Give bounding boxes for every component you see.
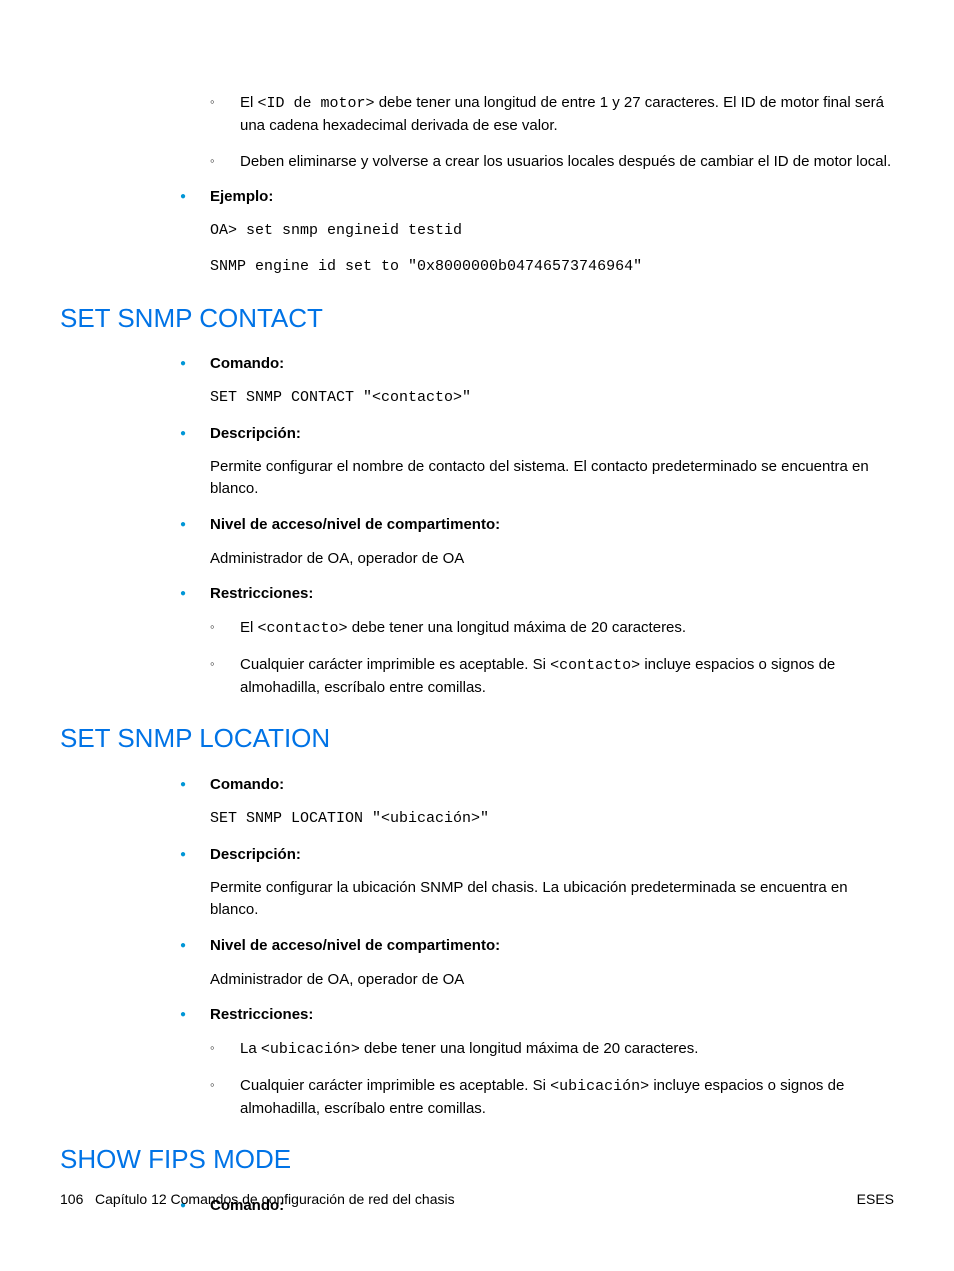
location-comando: Comando: xyxy=(180,774,894,796)
text: debe tener una longitud máxima de 20 car… xyxy=(360,1040,699,1057)
label-comando: Comando: xyxy=(210,776,284,793)
contact-nivel-text: Administrador de OA, operador de OA xyxy=(210,548,894,570)
location-restr-1: La <ubicación> debe tener una longitud m… xyxy=(210,1038,894,1061)
contact-restricciones: Restricciones: xyxy=(180,583,894,605)
label-nivel: Nivel de acceso/nivel de compartimento: xyxy=(210,937,500,954)
heading-set-snmp-location: SET SNMP LOCATION xyxy=(60,720,894,758)
footer-right: ESES xyxy=(857,1189,894,1209)
intro-ejemplo: Ejemplo: xyxy=(180,186,894,208)
text: La xyxy=(240,1040,261,1057)
text: Cualquier carácter imprimible es aceptab… xyxy=(240,656,550,673)
code: <contacto> xyxy=(258,620,348,637)
location-restricciones: Restricciones: xyxy=(180,1004,894,1026)
label-desc: Descripción: xyxy=(210,846,301,863)
text: debe tener una longitud máxima de 20 car… xyxy=(348,619,687,636)
contact-descripcion: Descripción: xyxy=(180,423,894,445)
code: <contacto> xyxy=(550,657,640,674)
label-restr: Restricciones: xyxy=(210,1006,313,1023)
contact-restr-1: El <contacto> debe tener una longitud má… xyxy=(210,617,894,640)
text: Deben eliminarse y volverse a crear los … xyxy=(240,153,891,170)
text: El xyxy=(240,94,258,111)
page-footer: 106 Capítulo 12 Comandos de configuració… xyxy=(60,1189,894,1209)
label-nivel: Nivel de acceso/nivel de compartimento: xyxy=(210,516,500,533)
contact-comando-code: SET SNMP CONTACT "<contacto>" xyxy=(210,387,894,409)
ejemplo-code-1: OA> set snmp engineid testid xyxy=(210,220,894,242)
contact-comando: Comando: xyxy=(180,353,894,375)
label-ejemplo: Ejemplo: xyxy=(210,188,273,205)
location-nivel-text: Administrador de OA, operador de OA xyxy=(210,969,894,991)
location-descripcion: Descripción: xyxy=(180,844,894,866)
ejemplo-code-2: SNMP engine id set to "0x8000000b0474657… xyxy=(210,256,894,278)
code: <ubicación> xyxy=(550,1078,649,1095)
text: Cualquier carácter imprimible es aceptab… xyxy=(240,1077,550,1094)
code: <ubicación> xyxy=(261,1041,360,1058)
footer-chapter: Capítulo 12 Comandos de configuración de… xyxy=(95,1191,455,1207)
code: <ID de motor> xyxy=(258,95,375,112)
label-comando: Comando: xyxy=(210,355,284,372)
location-restr-2: Cualquier carácter imprimible es aceptab… xyxy=(210,1075,894,1120)
location-comando-code: SET SNMP LOCATION "<ubicación>" xyxy=(210,808,894,830)
location-desc-text: Permite configurar la ubicación SNMP del… xyxy=(210,877,894,921)
label-desc: Descripción: xyxy=(210,425,301,442)
heading-show-fips-mode: SHOW FIPS MODE xyxy=(60,1141,894,1179)
page-number: 106 xyxy=(60,1191,83,1207)
heading-set-snmp-contact: SET SNMP CONTACT xyxy=(60,300,894,338)
footer-left: 106 Capítulo 12 Comandos de configuració… xyxy=(60,1189,455,1209)
intro-sub-2: Deben eliminarse y volverse a crear los … xyxy=(210,151,894,173)
contact-desc-text: Permite configurar el nombre de contacto… xyxy=(210,456,894,500)
intro-sub-1: El <ID de motor> debe tener una longitud… xyxy=(210,92,894,137)
text: El xyxy=(240,619,258,636)
contact-restr-2: Cualquier carácter imprimible es aceptab… xyxy=(210,654,894,699)
label-restr: Restricciones: xyxy=(210,585,313,602)
location-nivel: Nivel de acceso/nivel de compartimento: xyxy=(180,935,894,957)
contact-nivel: Nivel de acceso/nivel de compartimento: xyxy=(180,514,894,536)
